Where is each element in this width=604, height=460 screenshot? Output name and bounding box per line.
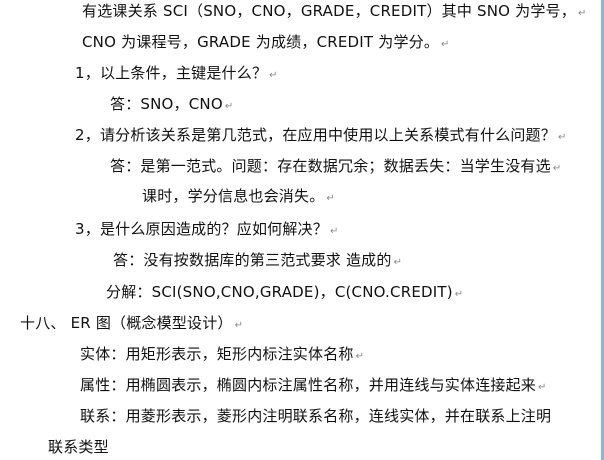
paragraph-line: 分解：SCI(SNO,CNO,GRADE)，C(CNO.CREDIT) ↵ [106,282,463,305]
paragraph-line: 2，请分析该关系是第几范式，在应用中使用以上关系模式有什么问题？ ↵ [75,125,567,148]
line-text: 实体：用矩形表示，矩形内标注实体名称 [80,345,354,363]
paragraph-line: 联系类型 [48,437,109,457]
line-text: 答：是第一范式。问题：存在数据冗余；数据丢失：当学生没有选 [110,157,551,175]
line-text: 答：SNO，CNO [110,95,223,113]
paragraph-mark-icon: ↵ [393,257,403,268]
paragraph-line: 联系：用菱形表示，菱形内注明联系名称，连线实体，并在联系上注明 [80,406,551,426]
paragraph-mark-icon: ↵ [269,70,278,81]
paragraph-line: CNO 为课程号，GRADE 为成绩，CREDIT 为学分。 ↵ [82,32,450,55]
paragraph-line: 实体：用矩形表示，矩形内标注实体名称 ↵ [80,344,364,367]
paragraph-mark-icon: ↵ [224,101,234,112]
paragraph-line: 属性：用椭圆表示，椭圆内标注属性名称，并用连线与实体连接起来 ↵ [80,375,547,398]
paragraph-line: 答：没有按数据库的第三范式要求 造成的 ↵ [113,250,402,273]
line-text: 1，以上条件，主键是什么？ [75,64,268,82]
line-text: 有选课关系 SCI（SNO，CNO，GRADE，CREDIT）其中 SNO 为学… [82,2,576,20]
line-text: 课时，学分信息也会消失。 [142,187,325,205]
line-text: 属性：用椭圆表示，椭圆内标注属性名称，并用连线与实体连接起来 [80,376,537,394]
paragraph-line: 答：是第一范式。问题：存在数据冗余；数据丢失：当学生没有选 ↵ [110,156,561,179]
paragraph-mark-icon: ↵ [557,132,567,143]
paragraph-mark-icon: ↵ [329,226,339,237]
line-text: 分解：SCI(SNO,CNO,GRADE)，C(CNO.CREDIT) [106,283,453,301]
paragraph-line: 课时，学分信息也会消失。 ↵ [142,186,335,209]
paragraph-mark-icon: ↵ [326,193,335,204]
paragraph-mark-icon: ↵ [577,8,587,19]
line-text: 十八、 ER 图（概念模型设计） [20,314,233,332]
paragraph-mark-icon: ↵ [538,382,547,393]
paragraph-mark-icon: ↵ [552,163,562,174]
document-page: 有选课关系 SCI（SNO，CNO，GRADE，CREDIT）其中 SNO 为学… [0,0,604,460]
paragraph-mark-icon: ↵ [454,289,464,300]
paragraph-mark-icon: ↵ [355,351,365,362]
line-text: 联系类型 [48,438,109,456]
paragraph-mark-icon: ↵ [234,320,244,331]
line-text: CNO 为课程号，GRADE 为成绩，CREDIT 为学分。 [82,33,440,51]
paragraph-line: 有选课关系 SCI（SNO，CNO，GRADE，CREDIT）其中 SNO 为学… [82,1,587,24]
line-text: 3，是什么原因造成的？应如何解决？ [75,220,328,238]
paragraph-mark-icon: ↵ [441,39,450,50]
section-heading: 十八、 ER 图（概念模型设计） ↵ [20,313,243,336]
paragraph-line: 3，是什么原因造成的？应如何解决？ ↵ [75,219,339,242]
paragraph-line: 答：SNO，CNO ↵ [110,94,233,117]
line-text: 联系：用菱形表示，菱形内注明联系名称，连线实体，并在联系上注明 [80,407,552,425]
paragraph-line: 1，以上条件，主键是什么？ ↵ [75,63,278,86]
line-text: 2，请分析该关系是第几范式，在应用中使用以上关系模式有什么问题？ [75,126,556,144]
line-text: 答：没有按数据库的第三范式要求 造成的 [113,251,392,269]
